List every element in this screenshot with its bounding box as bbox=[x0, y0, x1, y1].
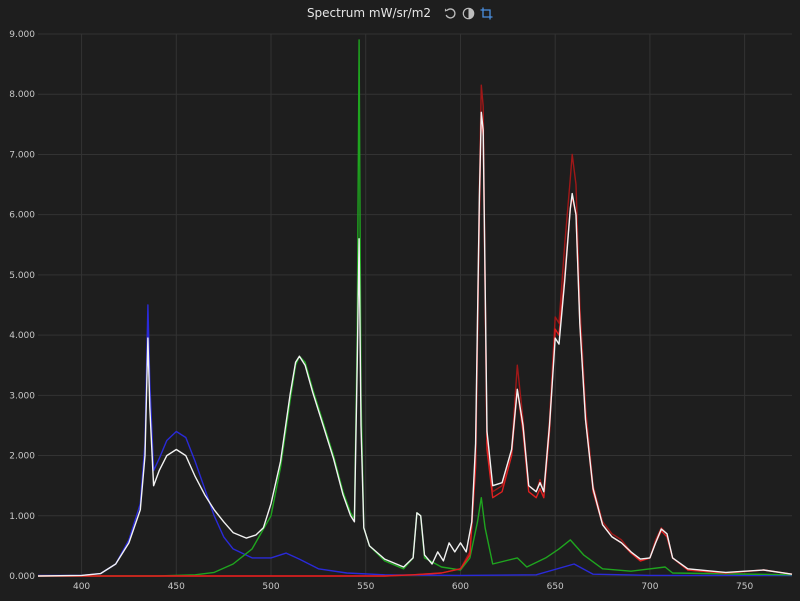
x-tick-label: 450 bbox=[168, 582, 185, 592]
y-tick-label: 5.000 bbox=[9, 271, 35, 281]
y-tick-label: 9.000 bbox=[9, 30, 35, 40]
crop-icon[interactable] bbox=[479, 6, 493, 20]
series-lines bbox=[37, 39, 793, 577]
y-tick-label: 7.000 bbox=[9, 150, 35, 160]
x-tick-label: 700 bbox=[641, 582, 658, 592]
y-tick-label: 1.000 bbox=[9, 512, 35, 522]
x-tick-label: 500 bbox=[262, 582, 279, 592]
y-tick-label: 3.000 bbox=[9, 391, 35, 401]
series-line-dark-red bbox=[38, 84, 793, 577]
spectrum-chart: 0.000 1.000 2.000 3.000 4.000 5.000 6.000 7.000… bbox=[9, 30, 793, 592]
y-tick-label: 8.000 bbox=[9, 90, 35, 100]
y-tick-label: 4.000 bbox=[9, 331, 35, 341]
x-tick-label: 650 bbox=[547, 582, 564, 592]
series-line-green bbox=[38, 39, 793, 577]
series-line-white bbox=[37, 111, 793, 577]
spectrum-window: Spectrum mW/sr/m2 0.000 1.000 2.000 3.000 4.… bbox=[0, 0, 800, 601]
reset-icon[interactable] bbox=[443, 6, 457, 20]
x-tick-label: 600 bbox=[452, 582, 469, 592]
chart-header: Spectrum mW/sr/m2 bbox=[0, 0, 800, 26]
y-tick-label: 0.000 bbox=[9, 572, 35, 582]
series-line-red bbox=[38, 114, 793, 577]
axis-labels: 0.000 1.000 2.000 3.000 4.000 5.000 6.000 7.000… bbox=[9, 30, 753, 592]
x-tick-label: 400 bbox=[73, 582, 90, 592]
x-tick-label: 750 bbox=[736, 582, 753, 592]
contrast-icon[interactable] bbox=[461, 6, 475, 20]
x-tick-label: 550 bbox=[357, 582, 374, 592]
chart-title: Spectrum mW/sr/m2 bbox=[306, 6, 432, 20]
y-tick-label: 2.000 bbox=[9, 452, 35, 462]
grid-lines bbox=[38, 33, 792, 577]
y-tick-label: 6.000 bbox=[9, 211, 35, 221]
chart-area: 0.000 1.000 2.000 3.000 4.000 5.000 6.000 7.000… bbox=[0, 26, 800, 601]
